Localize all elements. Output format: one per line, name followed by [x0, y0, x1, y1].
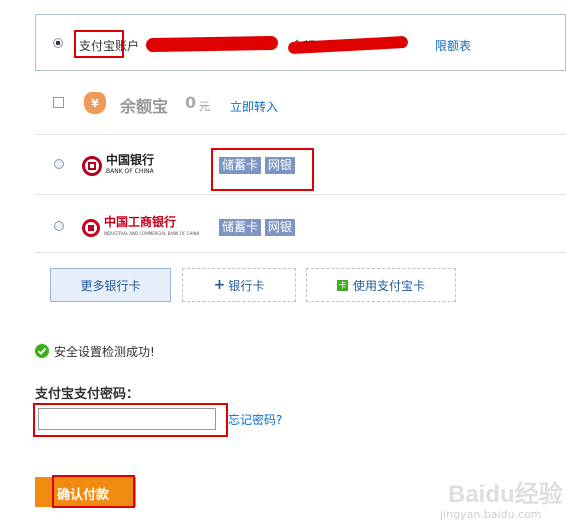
confirm-payment-label: 确认付款	[57, 488, 110, 503]
yuebao-amount: 0	[185, 93, 197, 112]
more-bank-cards-label: 更多银行卡	[80, 278, 141, 293]
boc-tag-netbank: 网银	[264, 157, 295, 174]
icbc-tag-netbank: 网银	[264, 219, 295, 236]
password-input[interactable]	[38, 408, 216, 430]
alipay-account-label-suffix: 账户	[115, 39, 140, 53]
check-success-icon	[35, 344, 49, 358]
alipay-account-radio[interactable]	[53, 38, 63, 48]
password-label: 支付宝支付密码：	[35, 387, 140, 402]
add-bank-card-label: 银行卡	[228, 278, 265, 293]
use-alipay-card-label: 使用支付宝卡	[352, 278, 425, 293]
boc-tag-debit: 储蓄卡	[219, 157, 262, 174]
yuebao-icon-glyph: ¥	[91, 97, 99, 110]
icbc-emblem-icon	[82, 219, 100, 237]
yuebao-transfer-link[interactable]: 立即转入	[230, 98, 278, 115]
redacted-account-name	[145, 35, 279, 53]
row-divider	[35, 252, 566, 253]
boc-name-en: BANK OF CHINA	[106, 168, 154, 175]
icbc-name-en: INDUSTRIAL AND COMMERCIAL BANK OF CHINA	[104, 231, 200, 236]
icbc-tags: 储蓄卡 网银	[219, 219, 295, 236]
alipay-account-label-prefix: 支付宝	[79, 39, 116, 53]
yuebao-icon: ¥	[84, 92, 106, 114]
boc-name-cn: 中国银行	[106, 153, 155, 167]
yuebao-checkbox[interactable]	[53, 97, 64, 108]
icbc-logo: 中国工商银行 INDUSTRIAL AND COMMERCIAL BANK OF…	[82, 215, 200, 239]
alipay-card-icon: 卡	[336, 279, 348, 291]
boc-radio[interactable]	[54, 159, 64, 169]
forgot-password-link[interactable]: 忘记密码?	[228, 411, 282, 428]
baidu-watermark-url: jingyan.baidu.com	[440, 508, 542, 521]
use-alipay-card-button[interactable]: 卡 使用支付宝卡	[306, 268, 456, 302]
alipay-account-label: 支付宝账户	[79, 37, 139, 54]
icbc-radio[interactable]	[54, 221, 64, 231]
yuebao-currency: 元	[199, 100, 210, 113]
add-bank-card-button[interactable]: + 银行卡	[182, 268, 296, 302]
boc-logo: 中国银行 BANK OF CHINA	[82, 153, 155, 177]
baidu-watermark: Baidu经验	[448, 481, 563, 508]
row-divider	[35, 134, 566, 135]
icbc-name-cn: 中国工商银行	[104, 215, 177, 229]
boc-emblem-icon	[82, 156, 102, 176]
row-divider	[35, 194, 566, 195]
yuebao-name: 余额宝	[120, 97, 169, 116]
security-status-text: 安全设置检测成功!	[54, 345, 155, 359]
plus-icon: +	[213, 277, 226, 293]
icbc-tag-debit: 储蓄卡	[219, 219, 262, 236]
boc-tags: 储蓄卡 网银	[219, 157, 295, 174]
more-bank-cards-button[interactable]: 更多银行卡	[50, 268, 171, 302]
limit-table-link[interactable]: 限额表	[435, 37, 471, 54]
